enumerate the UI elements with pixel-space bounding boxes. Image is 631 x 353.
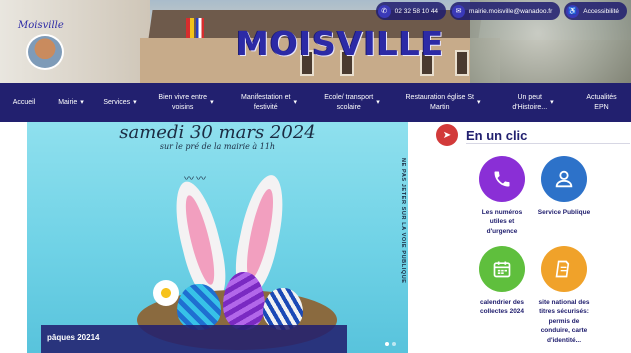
- phone-icon: [494, 171, 510, 187]
- chevron-down-icon: ▾: [376, 98, 380, 106]
- email-address: mairie.moisville@wanadoo.fr: [469, 7, 553, 15]
- nav-label: Manifestation et festivité: [241, 94, 291, 111]
- nav-item-actualites[interactable]: Actualités EPN: [572, 83, 631, 122]
- news-slider[interactable]: samedi 30 mars 2024 sur le pré de la mai…: [27, 122, 408, 353]
- tile-label: Les numéros utiles et d'urgence: [481, 209, 523, 235]
- nav-label: Services: [103, 98, 131, 106]
- chevron-down-icon: ▾: [550, 98, 554, 106]
- slide-caption-text: pâques 20214: [47, 333, 100, 342]
- tile-icon-circle: [479, 156, 525, 202]
- nav-label: Restauration église St Martin: [405, 94, 474, 111]
- bunny-ear-inner: [241, 187, 279, 281]
- chevron-down-icon: ▾: [210, 98, 214, 106]
- tile-calendrier-collectes[interactable]: calendrier des collectes 2024: [469, 246, 535, 317]
- logo-emblem-icon: [26, 34, 64, 70]
- nav-label: Actualités EPN: [586, 94, 617, 111]
- nav-label: Mairie: [58, 98, 78, 106]
- accessibility-label: Accessibilité: [583, 7, 619, 15]
- email-link[interactable]: ✉ mairie.moisville@wanadoo.fr: [450, 2, 561, 20]
- main-nav: Accueil Mairie ▾ Services ▾ Bien vivre e…: [0, 83, 631, 122]
- bunny-ear-inner: [180, 193, 220, 287]
- chevron-down-icon: ▾: [293, 98, 297, 106]
- tile-icon-circle: [479, 246, 525, 292]
- tile-label: calendrier des collectes 2024: [479, 299, 525, 316]
- calendar-icon: [493, 261, 511, 278]
- slider-dot[interactable]: [385, 342, 389, 346]
- divider: [466, 143, 630, 144]
- slider-dot[interactable]: [392, 342, 396, 346]
- nav-item-histoire[interactable]: Un peut d'Histoire... ▾: [494, 83, 572, 122]
- nav-label: Ecole/ transport scolaire: [324, 94, 374, 111]
- easter-egg: [263, 288, 303, 330]
- flag-icon: [186, 18, 194, 38]
- contact-bar: ✆ 02 32 58 10 44 ✉ mairie.moisville@wana…: [372, 0, 631, 22]
- site-logo[interactable]: Moisville: [18, 20, 66, 70]
- nav-item-manifestation[interactable]: Manifestation et festivité ▾: [226, 83, 312, 122]
- easter-egg: [223, 272, 265, 330]
- accessibility-button[interactable]: ♿ Accessibilité: [564, 2, 627, 20]
- nav-item-mairie[interactable]: Mairie ▾: [48, 83, 94, 122]
- nav-label: Accueil: [12, 98, 36, 106]
- tile-icon-circle: [541, 156, 587, 202]
- site-title[interactable]: MOISVILLE: [236, 24, 444, 63]
- chevron-down-icon: ▾: [476, 98, 481, 106]
- easter-egg: [177, 284, 221, 330]
- tile-numeros-utiles[interactable]: Les numéros utiles et d'urgence: [469, 156, 535, 236]
- banner-side-text: NE PAS JETER SUR LA VOIE PUBLIQUE: [400, 158, 406, 284]
- document-icon: [555, 260, 570, 278]
- page: Moisville MOISVILLE ✆ 02 32 58 10 44 ✉ m…: [0, 0, 631, 353]
- tile-service-publique[interactable]: Service Publique: [531, 156, 597, 217]
- slide-caption[interactable]: pâques 20214: [41, 325, 347, 353]
- nav-item-bien-vivre[interactable]: Bien vivre entre voisins ▾: [146, 83, 226, 122]
- tile-titres-securises[interactable]: site national des titres sécurisés: perm…: [531, 246, 597, 345]
- mail-icon: ✉: [452, 4, 466, 18]
- tile-icon-circle: [541, 246, 587, 292]
- chevron-down-icon: ▾: [80, 98, 84, 106]
- tile-label: Service Publique: [537, 209, 591, 216]
- logo-text: Moisville: [18, 20, 64, 31]
- window: [455, 50, 469, 76]
- nav-item-accueil[interactable]: Accueil: [0, 83, 48, 122]
- nav-item-services[interactable]: Services ▾: [94, 83, 146, 122]
- user-icon: [555, 170, 573, 188]
- phone-number: 02 32 58 10 44: [394, 7, 439, 15]
- flag-icon: [196, 18, 204, 38]
- nav-item-ecole[interactable]: Ecole/ transport scolaire ▾: [312, 83, 392, 122]
- nav-item-restauration[interactable]: Restauration église St Martin ▾: [392, 83, 494, 122]
- en-un-clic-title: En un clic: [466, 127, 528, 143]
- accessibility-icon: ♿: [566, 4, 580, 18]
- paper-plane-icon: ➤: [436, 124, 458, 146]
- daisy-flower: [153, 280, 179, 306]
- phone-link[interactable]: ✆ 02 32 58 10 44: [375, 2, 447, 20]
- nav-label: Un peut d'Histoire...: [512, 94, 548, 111]
- slider-dots: [385, 342, 396, 346]
- banner-subtitle: sur le pré de la mairie à 11h: [159, 142, 276, 151]
- nav-label: Bien vivre entre voisins: [158, 94, 208, 111]
- tile-label: site national des titres sécurisés: perm…: [538, 299, 590, 344]
- phone-icon: ✆: [377, 4, 391, 18]
- banner-date: samedi 30 mars 2024: [119, 122, 316, 143]
- header-banner: Moisville MOISVILLE ✆ 02 32 58 10 44 ✉ m…: [0, 0, 631, 83]
- chevron-down-icon: ▾: [133, 98, 137, 106]
